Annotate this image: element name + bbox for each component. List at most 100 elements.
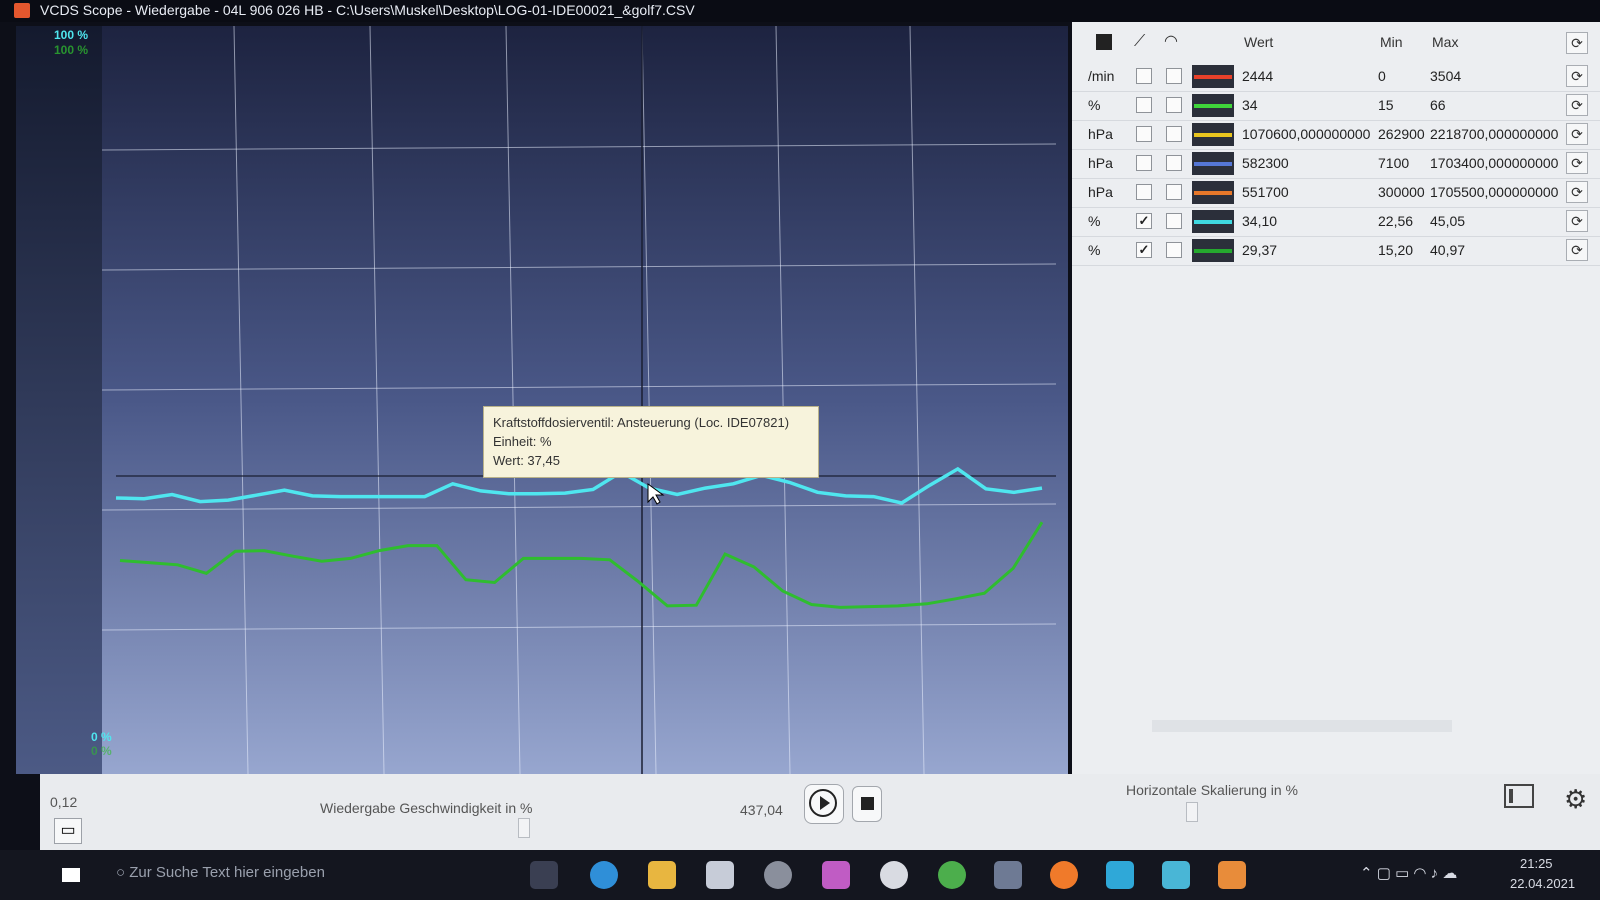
- channel-value: 1070600,000000000: [1242, 126, 1371, 142]
- speed-slider[interactable]: [518, 818, 530, 838]
- search-box[interactable]: ○ Zur Suche Text hier eingeben: [116, 864, 325, 881]
- tooltip-unit: Einheit: %: [493, 434, 552, 449]
- tray-icons[interactable]: ⌃ ▢ ▭ ◠ ♪ ☁: [1360, 864, 1457, 882]
- vcds-icon[interactable]: [1218, 861, 1246, 889]
- channel-value: 34,10: [1242, 213, 1278, 229]
- value-tooltip: Kraftstoffdosierventil: Ansteuerung (Loc…: [483, 406, 819, 478]
- clock-time[interactable]: 21:25: [1520, 856, 1553, 871]
- layout-toggle-button[interactable]: [1504, 784, 1534, 808]
- search-placeholder: Zur Suche Text hier eingeben: [129, 864, 325, 881]
- task-view-icon[interactable]: [530, 861, 558, 889]
- plot-checkbox[interactable]: [1136, 97, 1152, 113]
- y-axis-panel: [16, 26, 102, 774]
- channel-max: 66: [1430, 97, 1446, 113]
- color-swatch[interactable]: [1192, 152, 1234, 175]
- select-all-checkbox[interactable]: [1096, 34, 1112, 50]
- title-bar: VCDS Scope - Wiedergabe - 04L 906 026 HB…: [0, 0, 1600, 22]
- photos-icon[interactable]: [822, 861, 850, 889]
- edge-icon[interactable]: [590, 861, 618, 889]
- chart-canvas[interactable]: [16, 26, 1068, 774]
- reset-minmax-button[interactable]: ⟳: [1566, 152, 1588, 174]
- channel-row[interactable]: hPa 1070600,000000000 262900 2218700,000000…: [1072, 120, 1600, 150]
- header-max[interactable]: Max: [1432, 22, 1458, 62]
- playback-controls: 0,12 ▭ Wiedergabe Geschwindigkeit in % 4…: [40, 774, 1600, 850]
- reset-minmax-button[interactable]: ⟳: [1566, 239, 1588, 261]
- file-explorer-icon[interactable]: [648, 861, 676, 889]
- channel-row[interactable]: hPa 582300 7100 1703400,000000000 ⟳: [1072, 149, 1600, 179]
- channel-row[interactable]: % 34 15 66 ⟳: [1072, 91, 1600, 121]
- color-swatch[interactable]: [1192, 65, 1234, 88]
- select-all-header[interactable]: [1094, 22, 1120, 62]
- plot-checkbox[interactable]: ✓: [1136, 242, 1152, 258]
- gauge-checkbox[interactable]: [1166, 155, 1182, 171]
- app-icon-blue[interactable]: [1106, 861, 1134, 889]
- calculator-icon[interactable]: [994, 861, 1022, 889]
- horizontal-scrollbar[interactable]: [1152, 720, 1452, 732]
- channel-unit: %: [1088, 97, 1101, 113]
- channel-row[interactable]: % ✓ 34,10 22,56 45,05 ⟳: [1072, 207, 1600, 237]
- channel-max: 2218700,000000000: [1430, 126, 1559, 142]
- reset-minmax-button[interactable]: ⟳: [1566, 181, 1588, 203]
- channel-row[interactable]: hPa 551700 300000 1705500,000000000 ⟳: [1072, 178, 1600, 208]
- channel-unit: /min: [1088, 68, 1115, 84]
- play-button[interactable]: [804, 784, 844, 824]
- chrome-icon[interactable]: [938, 861, 966, 889]
- gauge-checkbox[interactable]: [1166, 68, 1182, 84]
- plot-area: [102, 26, 1068, 774]
- channel-min: 15,20: [1378, 242, 1414, 258]
- gauge-checkbox[interactable]: [1166, 126, 1182, 142]
- plot-checkbox[interactable]: [1136, 184, 1152, 200]
- sidebar-icon: [1509, 789, 1513, 803]
- reset-all-button[interactable]: ⟳: [1566, 32, 1588, 54]
- store-icon[interactable]: [706, 861, 734, 889]
- channel-value: 34: [1242, 97, 1258, 113]
- color-swatch[interactable]: [1192, 123, 1234, 146]
- plot-checkbox[interactable]: [1136, 155, 1152, 171]
- channel-unit: %: [1088, 242, 1101, 258]
- color-swatch[interactable]: [1192, 94, 1234, 117]
- color-swatch[interactable]: [1192, 210, 1234, 233]
- channel-min: 0: [1378, 68, 1386, 84]
- hp-icon[interactable]: [880, 861, 908, 889]
- reset-minmax-button[interactable]: ⟳: [1566, 94, 1588, 116]
- channel-value: 29,37: [1242, 242, 1278, 258]
- channel-unit: hPa: [1088, 126, 1113, 142]
- y-min-label-green: 0 %: [91, 744, 112, 758]
- color-swatch[interactable]: [1192, 181, 1234, 204]
- color-swatch[interactable]: [1192, 239, 1234, 262]
- channel-max: 45,05: [1430, 213, 1466, 229]
- open-folder-button[interactable]: ▭: [54, 818, 82, 844]
- plot-checkbox[interactable]: [1136, 126, 1152, 142]
- channel-row[interactable]: % ✓ 29,37 15,20 40,97 ⟳: [1072, 236, 1600, 266]
- channel-min: 7100: [1378, 155, 1410, 171]
- header-wert[interactable]: Wert: [1244, 22, 1273, 62]
- clock-date[interactable]: 22.04.2021: [1510, 876, 1575, 891]
- header-min[interactable]: Min: [1380, 22, 1403, 62]
- stop-button[interactable]: [852, 786, 882, 822]
- channel-unit: %: [1088, 213, 1101, 229]
- gauge-checkbox[interactable]: [1166, 184, 1182, 200]
- reset-minmax-button[interactable]: ⟳: [1566, 210, 1588, 232]
- gauge-checkbox[interactable]: [1166, 213, 1182, 229]
- channel-min: 300000: [1378, 184, 1425, 200]
- gauge-checkbox[interactable]: [1166, 242, 1182, 258]
- left-value: 0,12: [50, 794, 78, 810]
- plot-column-icon: ⟋: [1134, 33, 1146, 50]
- settings-gear-icon[interactable]: ⚙: [1564, 784, 1587, 815]
- firefox-icon[interactable]: [1050, 861, 1078, 889]
- reset-minmax-button[interactable]: ⟳: [1566, 65, 1588, 87]
- hscale-slider[interactable]: [1186, 802, 1198, 822]
- plot-checkbox[interactable]: ✓: [1136, 213, 1152, 229]
- reset-minmax-button[interactable]: ⟳: [1566, 123, 1588, 145]
- camera-icon[interactable]: [764, 861, 792, 889]
- plot-checkbox[interactable]: [1136, 68, 1152, 84]
- gauge-checkbox[interactable]: [1166, 97, 1182, 113]
- app-icon-teal[interactable]: [1162, 861, 1190, 889]
- tooltip-channel: Kraftstoffdosierventil: Ansteuerung (Loc…: [493, 415, 790, 430]
- channel-table: ⟋ ◠ Wert Min Max ⟳ /min 2444 0 3504 ⟳% 34 15 66…: [1072, 22, 1600, 792]
- scope-chart[interactable]: 100 % 100 % 0 % 0 %: [16, 26, 1068, 774]
- channel-unit: hPa: [1088, 184, 1113, 200]
- windows-taskbar: ○ Zur Suche Text hier eingeben ⌃ ▢ ▭ ◠ ♪…: [0, 850, 1600, 900]
- channel-row[interactable]: /min 2444 0 3504 ⟳: [1072, 62, 1600, 92]
- start-button[interactable]: [62, 868, 80, 882]
